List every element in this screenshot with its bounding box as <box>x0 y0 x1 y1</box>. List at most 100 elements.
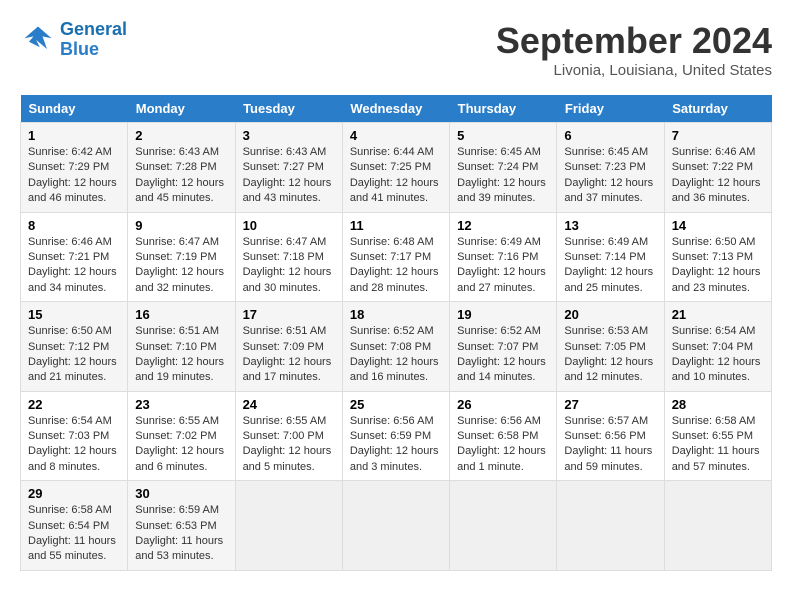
day-info: Sunrise: 6:56 AM Sunset: 6:59 PM Dayligh… <box>350 414 442 476</box>
col-saturday: Saturday <box>664 95 771 123</box>
logo: General Blue <box>20 20 127 60</box>
day-info: Sunrise: 6:53 AM Sunset: 7:05 PM Dayligh… <box>564 324 656 386</box>
calendar-cell: 25 Sunrise: 6:56 AM Sunset: 6:59 PM Dayli… <box>342 391 449 481</box>
calendar-cell: 13 Sunrise: 6:49 AM Sunset: 7:14 PM Dayli… <box>557 212 664 302</box>
calendar-cell: 22 Sunrise: 6:54 AM Sunset: 7:03 PM Dayli… <box>21 391 128 481</box>
day-info: Sunrise: 6:58 AM Sunset: 6:54 PM Dayligh… <box>28 503 120 565</box>
day-info: Sunrise: 6:46 AM Sunset: 7:21 PM Dayligh… <box>28 235 120 297</box>
calendar-cell: 6Sunrise: 6:45 AM Sunset: 7:23 PM Daylig… <box>557 123 664 213</box>
calendar-header-row: Sunday Monday Tuesday Wednesday Thursday… <box>21 95 772 123</box>
day-number: 10 <box>243 218 335 233</box>
day-number: 11 <box>350 218 442 233</box>
calendar-cell: 12Sunrise: 6:49 AM Sunset: 7:16 PM Dayli… <box>450 212 557 302</box>
day-number: 5 <box>457 128 549 143</box>
day-number: 17 <box>243 307 335 322</box>
col-wednesday: Wednesday <box>342 95 449 123</box>
calendar-cell: 2Sunrise: 6:43 AM Sunset: 7:28 PM Daylig… <box>128 123 235 213</box>
day-info: Sunrise: 6:50 AM Sunset: 7:13 PM Dayligh… <box>672 235 764 297</box>
day-info: Sunrise: 6:56 AM Sunset: 6:58 PM Dayligh… <box>457 414 549 476</box>
logo-icon <box>20 22 56 58</box>
day-number: 28 <box>672 397 764 412</box>
day-info: Sunrise: 6:48 AM Sunset: 7:17 PM Dayligh… <box>350 235 442 297</box>
day-number: 18 <box>350 307 442 322</box>
calendar-cell: 30 Sunrise: 6:59 AM Sunset: 6:53 PM Dayli… <box>128 481 235 571</box>
day-info: Sunrise: 6:43 AM Sunset: 7:27 PM Dayligh… <box>243 145 335 207</box>
day-number: 24 <box>243 397 335 412</box>
day-number: 22 <box>28 397 120 412</box>
calendar-cell: 18 Sunrise: 6:52 AM Sunset: 7:08 PM Dayli… <box>342 302 449 392</box>
calendar-cell: 1 Sunrise: 6:42 AM Sunset: 7:29 PM Daylig… <box>21 123 128 213</box>
calendar-row: 8Sunrise: 6:46 AM Sunset: 7:21 PM Daylig… <box>21 212 772 302</box>
calendar-cell: 11 Sunrise: 6:48 AM Sunset: 7:17 PM Dayli… <box>342 212 449 302</box>
logo-text: General Blue <box>60 20 127 60</box>
calendar-cell: 14Sunrise: 6:50 AM Sunset: 7:13 PM Dayli… <box>664 212 771 302</box>
calendar-row: 29 Sunrise: 6:58 AM Sunset: 6:54 PM Dayli… <box>21 481 772 571</box>
col-tuesday: Tuesday <box>235 95 342 123</box>
calendar-cell: 21Sunrise: 6:54 AM Sunset: 7:04 PM Dayli… <box>664 302 771 392</box>
calendar-cell: 4 Sunrise: 6:44 AM Sunset: 7:25 PM Daylig… <box>342 123 449 213</box>
day-number: 21 <box>672 307 764 322</box>
calendar-cell: 16 Sunrise: 6:51 AM Sunset: 7:10 PM Dayli… <box>128 302 235 392</box>
day-number: 29 <box>28 486 120 501</box>
calendar-row: 22 Sunrise: 6:54 AM Sunset: 7:03 PM Dayli… <box>21 391 772 481</box>
calendar-cell <box>450 481 557 571</box>
calendar-cell: 20 Sunrise: 6:53 AM Sunset: 7:05 PM Dayli… <box>557 302 664 392</box>
day-number: 3 <box>243 128 335 143</box>
calendar-cell: 9 Sunrise: 6:47 AM Sunset: 7:19 PM Daylig… <box>128 212 235 302</box>
day-info: Sunrise: 6:59 AM Sunset: 6:53 PM Dayligh… <box>135 503 227 565</box>
calendar-row: 15 Sunrise: 6:50 AM Sunset: 7:12 PM Dayli… <box>21 302 772 392</box>
calendar-cell: 15 Sunrise: 6:50 AM Sunset: 7:12 PM Dayli… <box>21 302 128 392</box>
day-info: Sunrise: 6:49 AM Sunset: 7:14 PM Dayligh… <box>564 235 656 297</box>
calendar-cell: 8Sunrise: 6:46 AM Sunset: 7:21 PM Daylig… <box>21 212 128 302</box>
day-info: Sunrise: 6:54 AM Sunset: 7:03 PM Dayligh… <box>28 414 120 476</box>
day-info: Sunrise: 6:42 AM Sunset: 7:29 PM Dayligh… <box>28 145 120 207</box>
day-info: Sunrise: 6:47 AM Sunset: 7:19 PM Dayligh… <box>135 235 227 297</box>
day-info: Sunrise: 6:43 AM Sunset: 7:28 PM Dayligh… <box>135 145 227 207</box>
day-info: Sunrise: 6:55 AM Sunset: 7:00 PM Dayligh… <box>243 414 335 476</box>
day-info: Sunrise: 6:58 AM Sunset: 6:55 PM Dayligh… <box>672 414 764 476</box>
calendar-cell: 27Sunrise: 6:57 AM Sunset: 6:56 PM Dayli… <box>557 391 664 481</box>
calendar-cell: 19 Sunrise: 6:52 AM Sunset: 7:07 PM Dayli… <box>450 302 557 392</box>
calendar-table: Sunday Monday Tuesday Wednesday Thursday… <box>20 95 772 571</box>
day-info: Sunrise: 6:50 AM Sunset: 7:12 PM Dayligh… <box>28 324 120 386</box>
col-monday: Monday <box>128 95 235 123</box>
day-info: Sunrise: 6:57 AM Sunset: 6:56 PM Dayligh… <box>564 414 656 476</box>
calendar-cell <box>342 481 449 571</box>
day-number: 9 <box>135 218 227 233</box>
calendar-cell: 26Sunrise: 6:56 AM Sunset: 6:58 PM Dayli… <box>450 391 557 481</box>
calendar-cell: 7Sunrise: 6:46 AM Sunset: 7:22 PM Daylig… <box>664 123 771 213</box>
location: Livonia, Louisiana, United States <box>496 62 772 79</box>
day-number: 20 <box>564 307 656 322</box>
day-number: 13 <box>564 218 656 233</box>
day-number: 1 <box>28 128 120 143</box>
day-number: 4 <box>350 128 442 143</box>
day-number: 25 <box>350 397 442 412</box>
day-number: 15 <box>28 307 120 322</box>
calendar-cell: 17Sunrise: 6:51 AM Sunset: 7:09 PM Dayli… <box>235 302 342 392</box>
calendar-cell: 28 Sunrise: 6:58 AM Sunset: 6:55 PM Dayli… <box>664 391 771 481</box>
calendar-cell: 24 Sunrise: 6:55 AM Sunset: 7:00 PM Dayli… <box>235 391 342 481</box>
day-number: 16 <box>135 307 227 322</box>
day-number: 7 <box>672 128 764 143</box>
calendar-cell: 10Sunrise: 6:47 AM Sunset: 7:18 PM Dayli… <box>235 212 342 302</box>
calendar-cell <box>664 481 771 571</box>
calendar-row: 1 Sunrise: 6:42 AM Sunset: 7:29 PM Daylig… <box>21 123 772 213</box>
day-info: Sunrise: 6:55 AM Sunset: 7:02 PM Dayligh… <box>135 414 227 476</box>
day-number: 23 <box>135 397 227 412</box>
day-info: Sunrise: 6:51 AM Sunset: 7:10 PM Dayligh… <box>135 324 227 386</box>
calendar-cell: 29 Sunrise: 6:58 AM Sunset: 6:54 PM Dayli… <box>21 481 128 571</box>
day-info: Sunrise: 6:52 AM Sunset: 7:07 PM Dayligh… <box>457 324 549 386</box>
title-block: September 2024 Livonia, Louisiana, Unite… <box>496 20 772 79</box>
calendar-cell <box>557 481 664 571</box>
calendar-cell <box>235 481 342 571</box>
day-info: Sunrise: 6:45 AM Sunset: 7:23 PM Dayligh… <box>564 145 656 207</box>
day-info: Sunrise: 6:45 AM Sunset: 7:24 PM Dayligh… <box>457 145 549 207</box>
calendar-cell: 3 Sunrise: 6:43 AM Sunset: 7:27 PM Daylig… <box>235 123 342 213</box>
day-info: Sunrise: 6:44 AM Sunset: 7:25 PM Dayligh… <box>350 145 442 207</box>
day-number: 30 <box>135 486 227 501</box>
day-number: 19 <box>457 307 549 322</box>
calendar-cell: 5 Sunrise: 6:45 AM Sunset: 7:24 PM Daylig… <box>450 123 557 213</box>
page-header: General Blue September 2024 Livonia, Lou… <box>20 20 772 79</box>
month-title: September 2024 <box>496 20 772 62</box>
day-info: Sunrise: 6:52 AM Sunset: 7:08 PM Dayligh… <box>350 324 442 386</box>
